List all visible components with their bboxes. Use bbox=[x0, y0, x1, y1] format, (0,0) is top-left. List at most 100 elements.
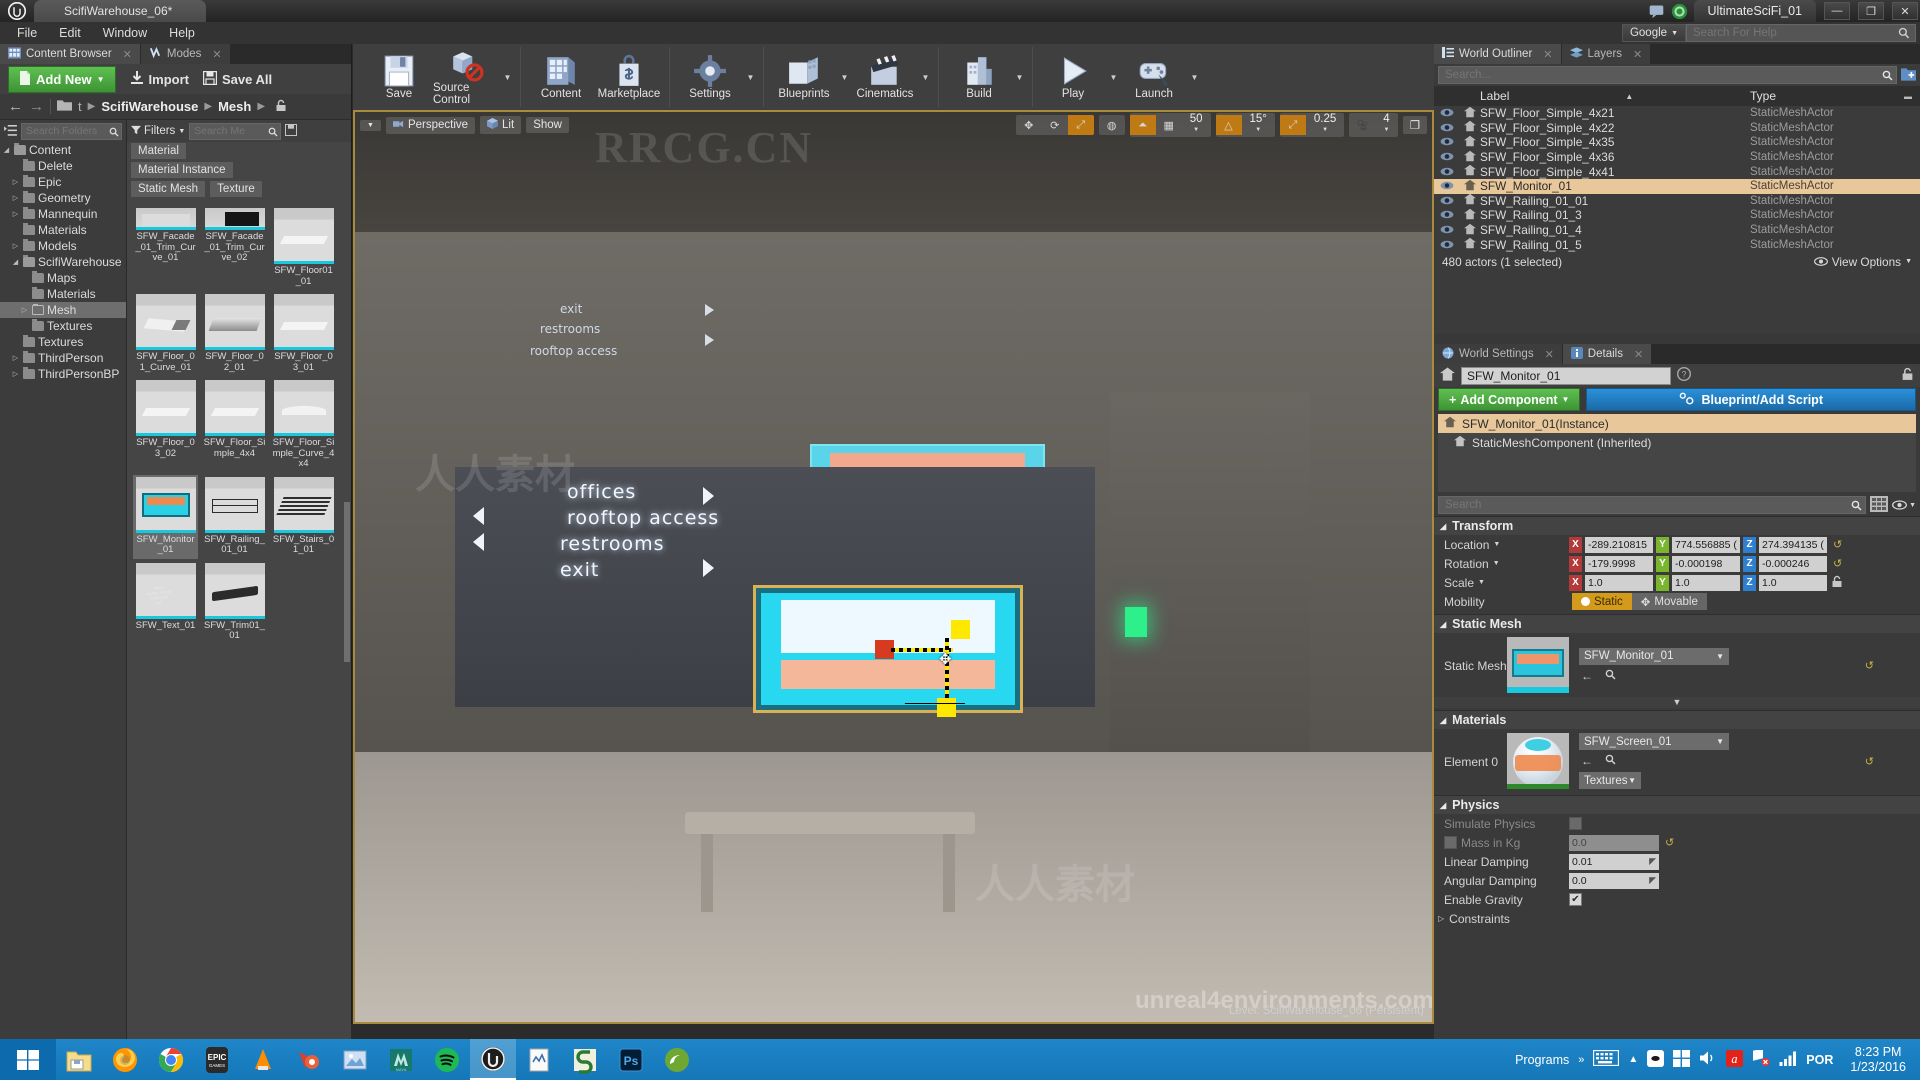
maximize-button[interactable]: ❐ bbox=[1858, 2, 1884, 20]
taskbar-photo-viewer[interactable] bbox=[332, 1039, 378, 1080]
expand-tree-icon[interactable] bbox=[4, 124, 17, 139]
section-transform[interactable]: ◢ Transform bbox=[1434, 516, 1920, 535]
windows-icon[interactable] bbox=[1673, 1049, 1691, 1070]
asset-tile[interactable]: SFW_Monitor_01 bbox=[133, 474, 198, 559]
volume-icon[interactable] bbox=[1699, 1050, 1717, 1069]
visibility-eye-icon[interactable] bbox=[1434, 223, 1460, 237]
taskbar-blender[interactable] bbox=[286, 1039, 332, 1080]
static-mesh-expand-handle[interactable]: ▼ bbox=[1434, 697, 1920, 708]
property-scale-label[interactable]: Scale ▼ bbox=[1434, 576, 1569, 590]
signal-icon[interactable] bbox=[1779, 1051, 1797, 1069]
expander-closed-icon[interactable]: ▷ bbox=[11, 242, 20, 250]
toolbar-source-control-button[interactable]: Source Control bbox=[433, 48, 501, 106]
tab-world-outliner[interactable]: World Outliner ✕ bbox=[1434, 44, 1562, 64]
asset-thumbnail[interactable] bbox=[135, 294, 196, 350]
asset-tile[interactable]: SFW_Floor_01_Curve_01 bbox=[133, 292, 198, 376]
asset-tile[interactable]: SFW_Stairs_01_01 bbox=[271, 475, 336, 559]
lock-scale-icon[interactable] bbox=[1831, 575, 1843, 591]
launcher-icon[interactable] bbox=[1671, 3, 1688, 20]
expander-closed-icon[interactable]: ▷ bbox=[11, 194, 20, 202]
column-options-icon[interactable]: ▬ bbox=[1904, 92, 1912, 101]
keyboard-icon[interactable] bbox=[1593, 1049, 1620, 1069]
breadcrumb-item-1[interactable]: ScifiWarehouse bbox=[101, 99, 198, 114]
taskbar-maya[interactable]: MAYA bbox=[378, 1039, 424, 1080]
revert-rotation-icon[interactable]: ↺ bbox=[1833, 557, 1842, 570]
mobility-static-button[interactable]: Static bbox=[1572, 593, 1632, 610]
camera-speed-value[interactable]: 4 ▼ bbox=[1375, 113, 1397, 137]
expander-open-icon[interactable]: ◢ bbox=[11, 258, 20, 266]
camera-speed-icon[interactable]: 🎥 bbox=[1349, 115, 1375, 135]
close-button[interactable]: ✕ bbox=[1892, 2, 1918, 20]
dropbox-icon[interactable] bbox=[1647, 1049, 1665, 1070]
folder-tree-item-delete[interactable]: Delete bbox=[0, 158, 126, 174]
section-materials[interactable]: ◢ Materials bbox=[1434, 710, 1920, 729]
minimize-button[interactable]: — bbox=[1824, 2, 1850, 20]
rotation-z-field[interactable]: -0.000246 bbox=[1759, 555, 1827, 572]
component-tree-item[interactable]: SFW_Monitor_01(Instance) bbox=[1438, 414, 1916, 433]
add-component-button[interactable]: + Add Component ▼ bbox=[1438, 388, 1581, 411]
gizmo-handle-y[interactable] bbox=[951, 620, 970, 639]
taskbar-nvidia[interactable] bbox=[654, 1039, 700, 1080]
taskbar-unreal-engine[interactable] bbox=[470, 1039, 516, 1080]
location-y-field[interactable]: 774.556885 ( bbox=[1672, 536, 1740, 553]
outliner-row[interactable]: SFW_Railing_01_4 StaticMeshActor bbox=[1434, 223, 1920, 238]
toolbar-content-button[interactable]: Content bbox=[527, 48, 595, 106]
folder-search-input[interactable] bbox=[21, 122, 122, 140]
filter-chip-texture[interactable]: Texture bbox=[210, 181, 262, 197]
outliner-row[interactable]: SFW_Railing_01_01 StaticMeshActor bbox=[1434, 194, 1920, 209]
category-view-icon[interactable] bbox=[1870, 495, 1889, 515]
taskbar-vlc[interactable] bbox=[240, 1039, 286, 1080]
close-icon[interactable]: ✕ bbox=[123, 48, 132, 61]
use-selected-asset-icon[interactable]: ← bbox=[1581, 669, 1593, 683]
asset-tile[interactable]: SFW_Facade_01_Trim_Curve_02 bbox=[202, 206, 267, 290]
asset-thumbnail[interactable] bbox=[135, 208, 196, 230]
level-viewport[interactable]: exit restrooms rooftop access offices ro… bbox=[353, 110, 1434, 1024]
visibility-eye-icon[interactable] bbox=[1434, 121, 1460, 135]
scale-snap-value[interactable]: 0.25 ▼ bbox=[1306, 113, 1344, 137]
save-search-icon[interactable] bbox=[285, 123, 298, 139]
visibility-eye-icon[interactable] bbox=[1434, 208, 1460, 222]
mass-override-checkbox[interactable] bbox=[1444, 836, 1457, 849]
enable-gravity-checkbox[interactable]: ✔ bbox=[1569, 893, 1582, 906]
scale-z-field[interactable]: 1.0 bbox=[1759, 574, 1827, 591]
menu-edit[interactable]: Edit bbox=[48, 24, 92, 42]
asset-tile[interactable]: SFW_Floor01_01 bbox=[271, 206, 336, 290]
component-tree-item[interactable]: StaticMeshComponent (Inherited) bbox=[1438, 433, 1916, 452]
asset-thumbnail[interactable] bbox=[204, 562, 265, 619]
browse-to-asset-icon[interactable] bbox=[1605, 669, 1616, 683]
details-view-options[interactable]: ▼ bbox=[1892, 498, 1916, 513]
folder-tree-item-materials[interactable]: Materials bbox=[0, 286, 126, 302]
expander-closed-icon[interactable]: ▷ bbox=[20, 306, 29, 314]
tab-details[interactable]: Details ✕ bbox=[1562, 344, 1653, 364]
viewport-show-button[interactable]: Show bbox=[526, 117, 569, 133]
column-type[interactable]: Type ▬ bbox=[1750, 89, 1920, 103]
angle-snap-icon[interactable]: △ bbox=[1215, 115, 1242, 135]
location-z-field[interactable]: 274.394135 ( bbox=[1759, 536, 1827, 553]
save-all-button[interactable]: Save All bbox=[202, 70, 272, 88]
chevron-down-icon[interactable]: ▼ bbox=[838, 48, 851, 106]
expander-closed-icon[interactable]: ▷ bbox=[11, 210, 20, 218]
taskbar-substance[interactable] bbox=[562, 1039, 608, 1080]
asset-thumbnail[interactable] bbox=[204, 294, 265, 350]
expander-closed-icon[interactable]: ▷ bbox=[11, 370, 20, 378]
asset-grid-scrollbar[interactable] bbox=[344, 502, 350, 662]
use-selected-asset-icon[interactable]: ← bbox=[1581, 754, 1593, 768]
translate-gizmo-icon[interactable]: ✥ bbox=[1016, 115, 1042, 135]
grid-snap-icon[interactable]: ▦ bbox=[1156, 115, 1182, 135]
asset-thumbnail[interactable] bbox=[135, 476, 196, 533]
network-alert-icon[interactable] bbox=[1752, 1048, 1770, 1069]
folder-tree-item-models[interactable]: ▷ Models bbox=[0, 238, 126, 254]
toolbar-play-button[interactable]: Play bbox=[1039, 48, 1107, 106]
asset-tile[interactable]: SFW_Floor_Simple_Curve_4x4 bbox=[271, 378, 336, 473]
project-tab[interactable]: ScifiWarehouse_06* bbox=[34, 0, 207, 22]
visibility-eye-icon[interactable] bbox=[1434, 194, 1460, 208]
folder-tree-item-epic[interactable]: ▷ Epic bbox=[0, 174, 126, 190]
asset-thumbnail[interactable] bbox=[273, 208, 334, 264]
breadcrumb-item-2[interactable]: Mesh bbox=[218, 99, 251, 114]
taskbar-notes[interactable] bbox=[516, 1039, 562, 1080]
expander-open-icon[interactable]: ◢ bbox=[2, 146, 11, 154]
outliner-row[interactable]: SFW_Monitor_01 StaticMeshActor bbox=[1434, 178, 1920, 194]
asset-tile[interactable]: SFW_Floor_Simple_4x4 bbox=[202, 378, 267, 473]
visibility-eye-icon[interactable] bbox=[1434, 179, 1460, 193]
linear-damping-field[interactable]: 0.01 ◤ bbox=[1569, 853, 1659, 870]
